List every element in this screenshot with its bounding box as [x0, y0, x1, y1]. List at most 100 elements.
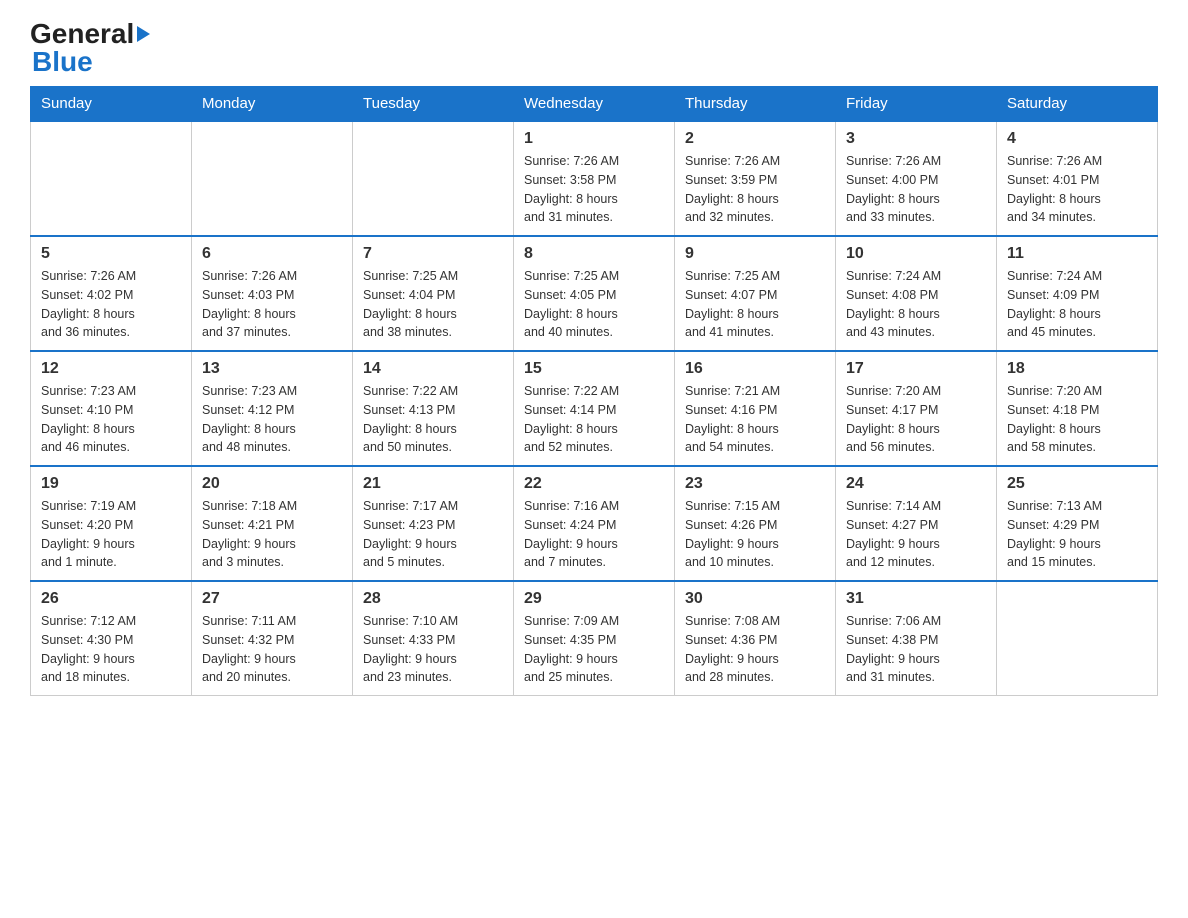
day-number: 13 — [202, 360, 342, 378]
calendar-cell: 20Sunrise: 7:18 AMSunset: 4:21 PMDayligh… — [192, 466, 353, 581]
day-info: Sunrise: 7:19 AMSunset: 4:20 PMDaylight:… — [41, 497, 181, 572]
day-info: Sunrise: 7:16 AMSunset: 4:24 PMDaylight:… — [524, 497, 664, 572]
day-number: 28 — [363, 590, 503, 608]
day-number: 6 — [202, 245, 342, 263]
calendar-cell: 24 Sunrise: 7:14 AMSunset: 4:27 PMDayligh… — [836, 466, 997, 581]
day-number: 29 — [524, 590, 664, 608]
calendar-cell: 15Sunrise: 7:22 AMSunset: 4:14 PMDayligh… — [514, 351, 675, 466]
day-info: Sunrise: 7:26 AMSunset: 4:00 PMDaylight:… — [846, 152, 986, 227]
calendar-cell: 25 Sunrise: 7:13 AMSunset: 4:29 PMDayligh… — [997, 466, 1158, 581]
day-info: Sunrise: 7:11 AMSunset: 4:32 PMDaylight:… — [202, 612, 342, 687]
weekday-header-tuesday: Tuesday — [353, 87, 514, 122]
day-number: 18 — [1007, 360, 1147, 378]
day-info: Sunrise: 7:20 AMSunset: 4:17 PMDaylight:… — [846, 382, 986, 457]
day-info: Sunrise: 7:24 AMSunset: 4:08 PMDaylight:… — [846, 267, 986, 342]
day-info: Sunrise: 7:15 AMSunset: 4:26 PMDaylight:… — [685, 497, 825, 572]
day-info: Sunrise: 7:10 AMSunset: 4:33 PMDaylight:… — [363, 612, 503, 687]
calendar-cell: 17 Sunrise: 7:20 AMSunset: 4:17 PMDayligh… — [836, 351, 997, 466]
calendar-cell — [31, 121, 192, 236]
calendar-table: SundayMondayTuesdayWednesdayThursdayFrid… — [30, 86, 1158, 696]
day-number: 11 — [1007, 245, 1147, 263]
day-number: 8 — [524, 245, 664, 263]
day-info: Sunrise: 7:09 AMSunset: 4:35 PMDaylight:… — [524, 612, 664, 687]
weekday-header-saturday: Saturday — [997, 87, 1158, 122]
calendar-cell: 13 Sunrise: 7:23 AMSunset: 4:12 PMDayligh… — [192, 351, 353, 466]
calendar-cell: 12 Sunrise: 7:23 AMSunset: 4:10 PMDayligh… — [31, 351, 192, 466]
day-info: Sunrise: 7:13 AMSunset: 4:29 PMDaylight:… — [1007, 497, 1147, 572]
logo-blue-text: Blue — [32, 46, 93, 77]
calendar-cell: 28 Sunrise: 7:10 AMSunset: 4:33 PMDayligh… — [353, 581, 514, 696]
weekday-header-sunday: Sunday — [31, 87, 192, 122]
calendar-cell: 30Sunrise: 7:08 AMSunset: 4:36 PMDayligh… — [675, 581, 836, 696]
calendar-cell: 10 Sunrise: 7:24 AMSunset: 4:08 PMDayligh… — [836, 236, 997, 351]
day-number: 10 — [846, 245, 986, 263]
logo-triangle-icon — [137, 26, 150, 42]
day-info: Sunrise: 7:25 AMSunset: 4:05 PMDaylight:… — [524, 267, 664, 342]
logo-general-text: General — [30, 20, 134, 48]
day-number: 23 — [685, 475, 825, 493]
calendar-cell: 11 Sunrise: 7:24 AMSunset: 4:09 PMDayligh… — [997, 236, 1158, 351]
day-number: 22 — [524, 475, 664, 493]
day-number: 3 — [846, 130, 986, 148]
calendar-cell: 8 Sunrise: 7:25 AMSunset: 4:05 PMDaylight… — [514, 236, 675, 351]
calendar-cell: 23 Sunrise: 7:15 AMSunset: 4:26 PMDayligh… — [675, 466, 836, 581]
week-row-1: 1 Sunrise: 7:26 AMSunset: 3:58 PMDaylight… — [31, 121, 1158, 236]
day-info: Sunrise: 7:17 AMSunset: 4:23 PMDaylight:… — [363, 497, 503, 572]
week-row-5: 26 Sunrise: 7:12 AMSunset: 4:30 PMDayligh… — [31, 581, 1158, 696]
day-number: 4 — [1007, 130, 1147, 148]
week-row-4: 19 Sunrise: 7:19 AMSunset: 4:20 PMDayligh… — [31, 466, 1158, 581]
day-number: 2 — [685, 130, 825, 148]
calendar-cell: 31Sunrise: 7:06 AMSunset: 4:38 PMDayligh… — [836, 581, 997, 696]
week-row-3: 12 Sunrise: 7:23 AMSunset: 4:10 PMDayligh… — [31, 351, 1158, 466]
day-info: Sunrise: 7:12 AMSunset: 4:30 PMDaylight:… — [41, 612, 181, 687]
day-number: 7 — [363, 245, 503, 263]
day-info: Sunrise: 7:26 AMSunset: 3:59 PMDaylight:… — [685, 152, 825, 227]
day-number: 17 — [846, 360, 986, 378]
day-info: Sunrise: 7:06 AMSunset: 4:38 PMDaylight:… — [846, 612, 986, 687]
day-info: Sunrise: 7:26 AMSunset: 4:03 PMDaylight:… — [202, 267, 342, 342]
weekday-header-thursday: Thursday — [675, 87, 836, 122]
calendar-cell — [192, 121, 353, 236]
day-number: 20 — [202, 475, 342, 493]
day-number: 16 — [685, 360, 825, 378]
calendar-cell: 16Sunrise: 7:21 AMSunset: 4:16 PMDayligh… — [675, 351, 836, 466]
logo: GeneralBlue — [30, 20, 150, 76]
day-number: 19 — [41, 475, 181, 493]
day-number: 5 — [41, 245, 181, 263]
day-number: 1 — [524, 130, 664, 148]
calendar-cell: 6 Sunrise: 7:26 AMSunset: 4:03 PMDaylight… — [192, 236, 353, 351]
calendar-cell: 14 Sunrise: 7:22 AMSunset: 4:13 PMDayligh… — [353, 351, 514, 466]
calendar-cell — [997, 581, 1158, 696]
day-info: Sunrise: 7:24 AMSunset: 4:09 PMDaylight:… — [1007, 267, 1147, 342]
calendar-cell: 4Sunrise: 7:26 AMSunset: 4:01 PMDaylight… — [997, 121, 1158, 236]
day-info: Sunrise: 7:25 AMSunset: 4:07 PMDaylight:… — [685, 267, 825, 342]
day-info: Sunrise: 7:23 AMSunset: 4:10 PMDaylight:… — [41, 382, 181, 457]
weekday-header-monday: Monday — [192, 87, 353, 122]
day-number: 14 — [363, 360, 503, 378]
calendar-cell: 7 Sunrise: 7:25 AMSunset: 4:04 PMDaylight… — [353, 236, 514, 351]
day-info: Sunrise: 7:08 AMSunset: 4:36 PMDaylight:… — [685, 612, 825, 687]
day-info: Sunrise: 7:14 AMSunset: 4:27 PMDaylight:… — [846, 497, 986, 572]
day-info: Sunrise: 7:25 AMSunset: 4:04 PMDaylight:… — [363, 267, 503, 342]
day-info: Sunrise: 7:20 AMSunset: 4:18 PMDaylight:… — [1007, 382, 1147, 457]
calendar-cell: 2 Sunrise: 7:26 AMSunset: 3:59 PMDaylight… — [675, 121, 836, 236]
day-info: Sunrise: 7:22 AMSunset: 4:13 PMDaylight:… — [363, 382, 503, 457]
day-number: 27 — [202, 590, 342, 608]
calendar-cell: 18 Sunrise: 7:20 AMSunset: 4:18 PMDayligh… — [997, 351, 1158, 466]
day-info: Sunrise: 7:26 AMSunset: 4:02 PMDaylight:… — [41, 267, 181, 342]
day-info: Sunrise: 7:26 AMSunset: 3:58 PMDaylight:… — [524, 152, 664, 227]
calendar-cell: 29 Sunrise: 7:09 AMSunset: 4:35 PMDayligh… — [514, 581, 675, 696]
day-info: Sunrise: 7:23 AMSunset: 4:12 PMDaylight:… — [202, 382, 342, 457]
calendar-cell — [353, 121, 514, 236]
calendar-cell: 26 Sunrise: 7:12 AMSunset: 4:30 PMDayligh… — [31, 581, 192, 696]
day-number: 24 — [846, 475, 986, 493]
day-number: 26 — [41, 590, 181, 608]
week-row-2: 5 Sunrise: 7:26 AMSunset: 4:02 PMDaylight… — [31, 236, 1158, 351]
day-number: 12 — [41, 360, 181, 378]
page-header: GeneralBlue — [30, 20, 1158, 76]
day-number: 25 — [1007, 475, 1147, 493]
weekday-header-wednesday: Wednesday — [514, 87, 675, 122]
day-number: 15 — [524, 360, 664, 378]
calendar-cell: 19 Sunrise: 7:19 AMSunset: 4:20 PMDayligh… — [31, 466, 192, 581]
calendar-cell: 1 Sunrise: 7:26 AMSunset: 3:58 PMDaylight… — [514, 121, 675, 236]
